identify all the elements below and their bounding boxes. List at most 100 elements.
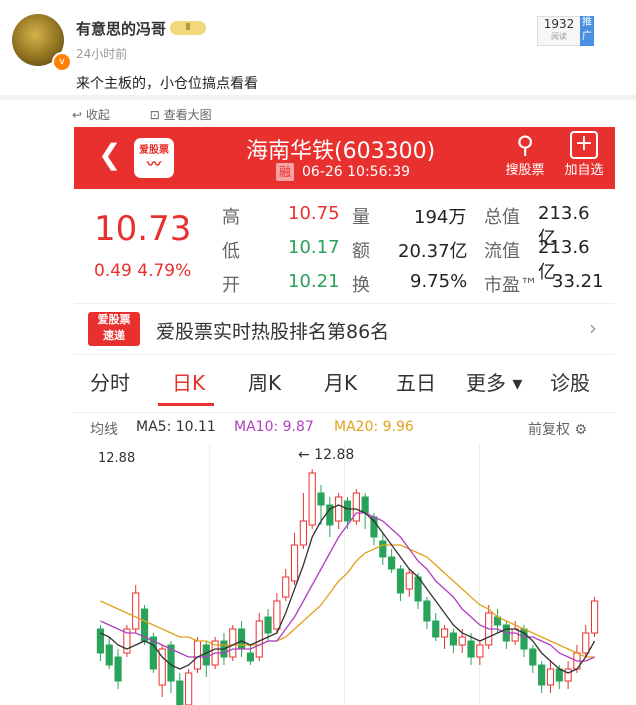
candle-down	[246, 652, 255, 662]
current-price: 10.73	[94, 209, 192, 249]
stat-value: 20.37亿	[398, 241, 468, 262]
candle-down	[361, 496, 369, 514]
stat-value: 10.17	[288, 237, 340, 258]
app-logo: 爱股票〰	[134, 138, 174, 178]
search-stock-button[interactable]: ⚲ 搜股票	[500, 131, 550, 178]
banner-text: 爱股票实时热股排名第86名	[156, 321, 390, 343]
quote-datetime: 06-26 10:56:39	[302, 164, 411, 180]
candle-up	[582, 632, 590, 654]
stat-value: 10.21	[288, 271, 340, 292]
tab-weekly-k[interactable]: 周K	[248, 367, 281, 396]
candle-down	[396, 568, 405, 594]
tab-five-day[interactable]: 五日	[396, 367, 436, 396]
margin-badge: 融	[276, 163, 294, 181]
stat-value: 33.21	[552, 271, 604, 292]
candle-down	[529, 648, 537, 666]
ma20-value: MA20: 9.96	[334, 419, 414, 435]
tab-monthly-k[interactable]: 月K	[324, 367, 357, 396]
candle-up	[273, 600, 281, 630]
image-actions: ↩ 收起 ⊡ 查看大图	[72, 106, 248, 123]
promote-button[interactable]: 推广	[580, 16, 594, 46]
candle-down	[264, 616, 272, 634]
stat-key: 总值	[484, 207, 520, 228]
stock-app-screenshot: ❮ 爱股票〰 海南华铁(603300) 融 06-26 10:56:39 ⚲ 搜…	[74, 127, 615, 705]
peak-marker: ← 12.88	[298, 447, 355, 463]
candle-up	[193, 640, 202, 670]
candle-up	[282, 576, 290, 598]
banner-logo-top: 爱股票	[97, 313, 131, 326]
add-watchlist-button[interactable]: + 加自选	[560, 131, 608, 178]
candle-down	[238, 628, 246, 650]
ma5-value: MA5: 10.11	[136, 419, 216, 435]
tab-daily-k[interactable]: 日K	[172, 367, 205, 396]
views-label: 阅读	[551, 32, 567, 41]
active-tab-indicator	[158, 403, 214, 406]
views-counter: 1932 阅读	[537, 16, 581, 46]
candle-down	[370, 516, 378, 538]
ma10-value: MA10: 9.87	[234, 419, 314, 435]
candle-up	[511, 628, 519, 642]
stat-key: 换	[352, 275, 370, 296]
candle-down	[114, 656, 122, 682]
stat-key: 流值	[484, 241, 520, 262]
stock-title: 海南华铁(603300)	[246, 139, 436, 164]
candle-up	[476, 644, 484, 658]
candle-up	[440, 628, 449, 638]
price-change: 0.49 4.79%	[94, 261, 192, 281]
banner-logo-bottom: 速递	[103, 329, 125, 342]
adjust-button[interactable]: 前复权 ⚙	[528, 419, 587, 439]
username[interactable]: 有意思的冯哥	[76, 18, 166, 39]
candle-up	[335, 496, 343, 522]
stat-value: 10.75	[288, 203, 340, 224]
tab-more[interactable]: 更多 ▾	[466, 367, 522, 396]
candle-up	[590, 600, 599, 634]
candle-down	[202, 644, 210, 666]
candle-up	[255, 620, 263, 658]
hot-rank-banner[interactable]: 爱股票 速递 爱股票实时热股排名第86名 ›	[74, 303, 615, 355]
candle-up	[290, 544, 299, 582]
tab-diagnose[interactable]: 诊股	[550, 367, 590, 396]
candle-down	[379, 540, 387, 558]
stat-row: 低 10.17 额 20.37亿 流值 213.6亿	[222, 233, 602, 283]
candle-down	[105, 644, 113, 666]
stat-value: 194万	[414, 207, 467, 228]
stat-key: 开	[222, 275, 240, 296]
banner-logo: 爱股票 速递	[88, 312, 140, 346]
post-text: 来个主板的，小仓位搞点看看	[76, 76, 258, 92]
candle-up	[458, 636, 466, 646]
candle-down	[449, 632, 457, 646]
candle-down	[388, 556, 396, 570]
chevron-right-icon: ›	[589, 316, 597, 340]
collapse-button[interactable]: ↩ 收起	[72, 108, 128, 122]
high-price-label: 12.88	[98, 451, 136, 466]
chart-tabs: 分时 日K 周K 月K 五日 更多 ▾ 诊股	[74, 361, 615, 409]
stat-key: 低	[222, 241, 240, 262]
back-icon[interactable]: ❮	[98, 141, 121, 169]
verified-icon: v	[52, 52, 72, 72]
candle-down	[317, 492, 325, 506]
quote-stats: 高 10.75 量 194万 总值 213.6亿 低 10.17 额 20.37…	[222, 199, 604, 301]
candle-up	[546, 668, 555, 686]
view-large-button[interactable]: ⊡ 查看大图	[150, 108, 230, 122]
kline-svg	[96, 469, 599, 705]
candle-down	[96, 628, 105, 654]
plus-icon: +	[570, 131, 598, 159]
views-count: 1932	[543, 17, 575, 31]
candle-down	[176, 680, 184, 705]
vip-badge-icon: Ⅱ	[170, 21, 206, 35]
candle-up	[299, 520, 307, 546]
kline-chart[interactable]: 12.88 ← 12.88	[74, 443, 615, 705]
app-topbar: ❮ 爱股票〰 海南华铁(603300) 融 06-26 10:56:39 ⚲ 搜…	[74, 127, 615, 189]
candle-up	[564, 668, 572, 682]
tab-intraday[interactable]: 分时	[90, 367, 130, 396]
candle-down	[343, 500, 352, 522]
candle-up	[185, 672, 193, 705]
ma-legend: 均线 MA5: 10.11 MA10: 9.87 MA20: 9.96 前复权 …	[74, 412, 615, 441]
add-label: 加自选	[564, 163, 604, 178]
stat-key: 市盈™	[484, 275, 538, 296]
candle-up	[308, 472, 316, 526]
ma-label: 均线	[90, 422, 118, 438]
search-label: 搜股票	[505, 163, 545, 178]
post-header: v 有意思的冯哥 Ⅱ 24小时前 1932 阅读 推广 来个主板的，小仓位搞点看…	[0, 0, 636, 95]
post-time: 24小时前	[76, 47, 128, 61]
